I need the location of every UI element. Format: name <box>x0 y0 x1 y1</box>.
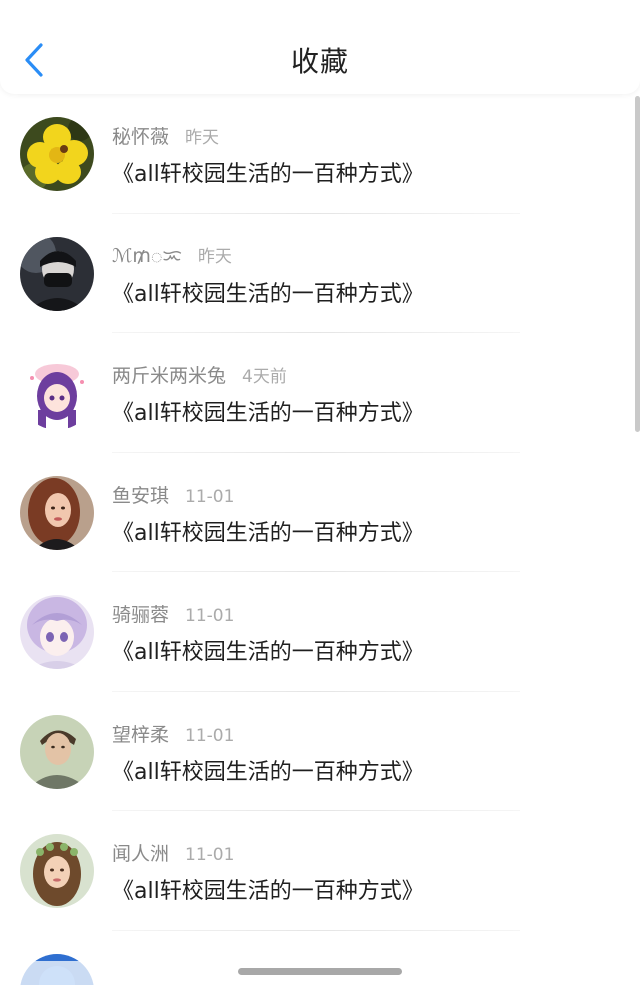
item-meta: 两斤米两米兔 4天前 <box>112 361 287 388</box>
list-item[interactable]: 望梓柔 11-01 《all轩校园生活的一百种方式》 <box>0 692 640 811</box>
timestamp: 11-01 <box>185 486 235 507</box>
item-meta: 骑骊蓉 11-01 <box>112 600 234 627</box>
scrollbar[interactable] <box>635 96 640 432</box>
page-title: 收藏 <box>290 45 349 78</box>
list-item[interactable]: 闻人洲 11-01 《all轩校园生活的一百种方式》 <box>0 811 640 931</box>
avatar[interactable] <box>20 475 94 550</box>
user-name[interactable]: 秘怀薇 <box>112 126 169 148</box>
favorites-screen: 收藏 秘怀薇 昨天 《all轩校园生活的一百种方式》 ℳ₥ᜀᜁ 昨天 《all轩… <box>0 0 640 985</box>
story-title[interactable]: 《all轩校园生活的一百种方式》 <box>112 634 424 666</box>
avatar[interactable] <box>20 834 94 908</box>
story-title[interactable]: 《all轩校园生活的一百种方式》 <box>112 395 424 427</box>
story-title[interactable]: 《all轩校园生活的一百种方式》 <box>112 276 424 308</box>
story-title[interactable]: 《all轩校园生活的一百种方式》 <box>112 515 424 547</box>
woman-portrait-avatar-icon <box>20 475 94 550</box>
list-item[interactable]: 鱼安琪 11-01 《all轩校园生活的一百种方式》 <box>0 453 640 572</box>
timestamp: 昨天 <box>197 246 232 267</box>
avatar[interactable] <box>20 356 94 430</box>
item-meta: ℳ₥ᜀᜁ 昨天 <box>112 242 232 272</box>
anime-girl-lavender-avatar-icon <box>20 595 94 669</box>
timestamp: 11-01 <box>185 606 235 626</box>
masked-person-avatar-icon <box>20 236 94 311</box>
woman-flower-crown-avatar-icon <box>20 834 94 908</box>
item-meta: 鱼安琪 11-01 <box>112 481 234 508</box>
story-title[interactable]: 《all轩校园生活的一百种方式》 <box>112 873 424 905</box>
list-item[interactable]: ℳ₥ᜀᜁ 昨天 《all轩校园生活的一百种方式》 <box>0 214 640 333</box>
avatar[interactable] <box>20 595 94 669</box>
user-name[interactable]: ℳ₥ᜀᜁ <box>112 245 182 267</box>
avatar[interactable] <box>20 714 94 789</box>
anime-girl-avatar-icon <box>20 356 94 430</box>
story-title[interactable]: 《all轩校园生活的一百种方式》 <box>112 156 424 188</box>
timestamp: 4天前 <box>242 367 287 387</box>
home-indicator[interactable] <box>238 968 402 975</box>
list-item[interactable]: 秘怀薇 昨天 《all轩校园生活的一百种方式》 <box>0 94 640 214</box>
user-name[interactable]: 闻人洲 <box>112 843 169 865</box>
avatar[interactable] <box>20 236 94 311</box>
avatar[interactable] <box>20 117 94 191</box>
top-bar: 收藏 <box>0 0 640 94</box>
item-meta: 望梓柔 11-01 <box>112 720 234 747</box>
user-name[interactable]: 鱼安琪 <box>112 485 169 507</box>
list-item[interactable]: 骑骊蓉 11-01 《all轩校园生活的一百种方式》 <box>0 572 640 692</box>
young-man-avatar-icon <box>20 714 94 789</box>
yellow-flower-avatar-icon <box>20 117 94 191</box>
list-item[interactable]: 两斤米两米兔 4天前 《all轩校园生活的一百种方式》 <box>0 333 640 453</box>
timestamp: 昨天 <box>185 128 220 148</box>
timestamp: 11-01 <box>185 845 235 865</box>
user-name[interactable]: 望梓柔 <box>112 724 169 746</box>
favorites-list: 秘怀薇昨天 《all轩校园生活的一百种方式》 ℳ₥ᜀᜁ昨天 《all轩校园生 <box>0 94 640 985</box>
item-meta: 闻人洲 11-01 <box>112 839 234 866</box>
user-name[interactable]: 骑骊蓉 <box>112 604 169 626</box>
item-meta: 秘怀薇 昨天 <box>112 122 219 149</box>
timestamp: 11-01 <box>185 725 235 746</box>
user-name[interactable]: 两斤米两米兔 <box>112 365 226 387</box>
story-title[interactable]: 《all轩校园生活的一百种方式》 <box>112 754 424 786</box>
